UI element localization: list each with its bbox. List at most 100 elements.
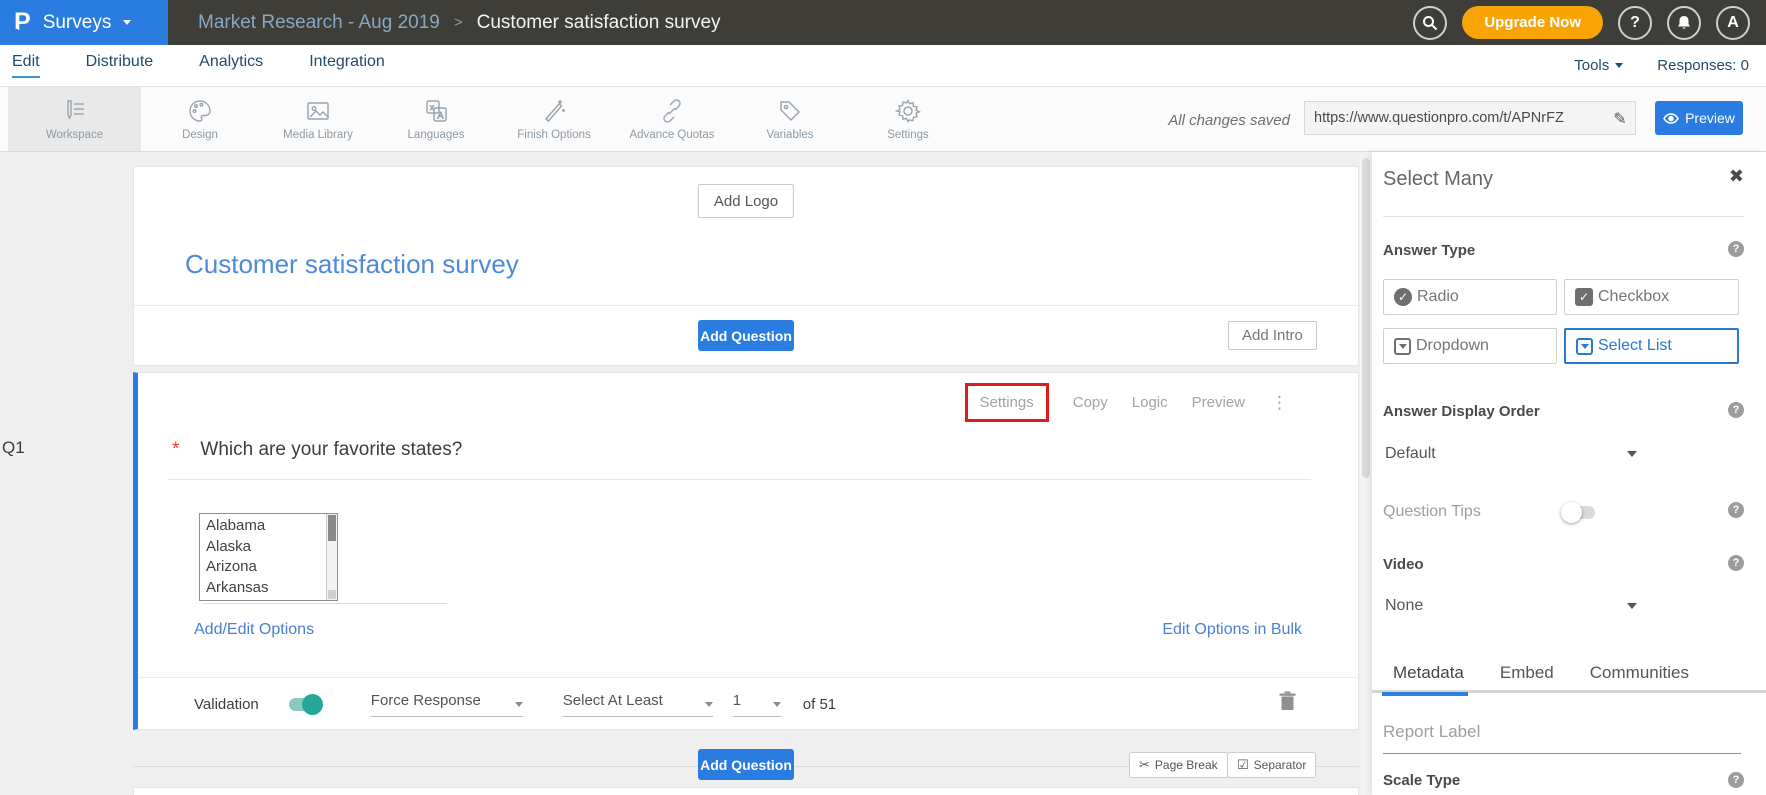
- help-icon[interactable]: [1728, 772, 1744, 788]
- svg-text:A: A: [438, 110, 444, 120]
- question-tips-toggle[interactable]: [1563, 506, 1595, 519]
- tab-analytics[interactable]: Analytics: [199, 53, 263, 78]
- report-label-input[interactable]: Report Label: [1383, 722, 1741, 754]
- add-edit-options-link[interactable]: Add/Edit Options: [194, 621, 314, 639]
- breadcrumb-folder[interactable]: Market Research - Aug 2019: [198, 12, 440, 34]
- help-button[interactable]: ?: [1618, 6, 1652, 40]
- breadcrumb-separator: >: [454, 14, 463, 31]
- survey-editor-app: P Surveys Market Research - Aug 2019 > C…: [0, 0, 1766, 795]
- main-scrollbar-thumb[interactable]: [1362, 158, 1370, 478]
- toolbar-item-languages[interactable]: xA Languages: [377, 87, 495, 151]
- help-icon[interactable]: [1728, 502, 1744, 518]
- validation-toggle[interactable]: [289, 698, 321, 711]
- validation-total-label: of 51: [803, 696, 836, 713]
- product-menu-label: Surveys: [43, 12, 112, 34]
- answer-select-list[interactable]: Alabama Alaska Arizona Arkansas: [199, 513, 338, 601]
- add-intro-button[interactable]: Add Intro: [1228, 321, 1317, 350]
- gear-icon: [895, 98, 921, 124]
- help-icon[interactable]: [1728, 241, 1744, 257]
- question-action-settings[interactable]: Settings: [980, 394, 1034, 411]
- tab-communities[interactable]: Communities: [1590, 660, 1689, 690]
- toolbar-item-label: Media Library: [283, 129, 353, 141]
- separator-button[interactable]: ☑ Separator: [1227, 752, 1316, 778]
- more-options-icon[interactable]: ⋮: [1271, 393, 1288, 413]
- toolbar-item-label: Finish Options: [517, 129, 591, 141]
- eye-icon: [1663, 113, 1679, 124]
- top-bar: P Surveys Market Research - Aug 2019 > C…: [0, 0, 1766, 45]
- delete-question-button[interactable]: [1279, 691, 1296, 714]
- chevron-down-icon: [1627, 451, 1637, 457]
- panel-title: Select Many: [1383, 168, 1493, 191]
- svg-text:x: x: [430, 103, 434, 112]
- question-action-preview[interactable]: Preview: [1192, 394, 1245, 411]
- list-option[interactable]: Arkansas: [206, 578, 321, 599]
- tab-embed[interactable]: Embed: [1500, 660, 1554, 690]
- list-option[interactable]: Arizona: [206, 557, 321, 578]
- question-text-underline: [168, 479, 1311, 480]
- list-option[interactable]: Alabama: [206, 516, 321, 537]
- question-text[interactable]: Which are your favorite states?: [200, 439, 462, 461]
- video-value: None: [1385, 597, 1423, 615]
- list-scrollbar-thumb[interactable]: [328, 515, 336, 541]
- answer-type-radio[interactable]: ✓ Radio: [1383, 279, 1557, 315]
- answer-type-select-list[interactable]: Select List: [1564, 328, 1739, 364]
- tab-metadata[interactable]: Metadata: [1393, 660, 1464, 690]
- toolbar-item-settings[interactable]: Settings: [849, 87, 967, 151]
- add-question-button-top[interactable]: Add Question: [698, 320, 794, 351]
- active-tab-underline: [1382, 692, 1468, 696]
- list-option[interactable]: Alaska: [206, 537, 321, 558]
- list-scrollbar[interactable]: [326, 514, 337, 600]
- toolbar-item-finish-options[interactable]: Finish Options: [495, 87, 613, 151]
- add-logo-button[interactable]: Add Logo: [698, 184, 794, 218]
- preview-button[interactable]: Preview: [1655, 101, 1743, 135]
- survey-url-field[interactable]: https://www.questionpro.com/t/APNrFZ ✎: [1304, 101, 1636, 135]
- survey-url-value[interactable]: https://www.questionpro.com/t/APNrFZ: [1305, 110, 1605, 126]
- answer-display-order-value: Default: [1385, 445, 1436, 463]
- validation-rule-dropdown[interactable]: Force Response: [371, 692, 523, 717]
- answer-type-label-text: Radio: [1417, 288, 1459, 306]
- checked-box-icon: ☑: [1237, 758, 1249, 773]
- product-menu[interactable]: P Surveys: [0, 0, 168, 45]
- answer-display-order-dropdown[interactable]: Default: [1385, 445, 1637, 463]
- answer-type-label-text: Checkbox: [1598, 288, 1669, 306]
- validation-count-value: 1: [733, 692, 741, 709]
- tab-edit[interactable]: Edit: [12, 53, 40, 78]
- chevron-down-icon: [1627, 603, 1637, 609]
- scissors-icon: ✂: [1139, 758, 1150, 773]
- tab-integration[interactable]: Integration: [309, 53, 385, 78]
- search-icon: [1422, 15, 1438, 31]
- validation-condition-dropdown[interactable]: Select At Least: [563, 692, 713, 717]
- validation-count-dropdown[interactable]: 1: [733, 692, 781, 717]
- checkbox-check-icon: ✓: [1575, 288, 1593, 306]
- question-action-copy[interactable]: Copy: [1073, 394, 1108, 411]
- edit-url-pencil-icon[interactable]: ✎: [1605, 109, 1635, 128]
- avatar-button[interactable]: A: [1716, 6, 1750, 40]
- answer-type-dropdown[interactable]: Dropdown: [1383, 328, 1557, 364]
- toolbar-item-label: Advance Quotas: [629, 129, 714, 141]
- tools-menu[interactable]: Tools: [1574, 57, 1623, 74]
- notifications-button[interactable]: [1667, 6, 1701, 40]
- help-icon[interactable]: [1728, 555, 1744, 571]
- help-icon[interactable]: [1728, 402, 1744, 418]
- answer-type-checkbox[interactable]: ✓ Checkbox: [1564, 279, 1739, 315]
- page-break-button[interactable]: ✂ Page Break: [1129, 752, 1228, 778]
- toolbar-item-advance-quotas[interactable]: Advance Quotas: [613, 87, 731, 151]
- toolbar-item-workspace[interactable]: Workspace: [8, 87, 141, 151]
- upgrade-button[interactable]: Upgrade Now: [1462, 6, 1603, 39]
- translate-icon: xA: [423, 98, 449, 124]
- video-dropdown[interactable]: None: [1385, 597, 1637, 615]
- question-text-row: * Which are your favorite states?: [172, 439, 462, 461]
- edit-options-bulk-link[interactable]: Edit Options in Bulk: [1162, 621, 1302, 639]
- toolbar-item-design[interactable]: Design: [141, 87, 259, 151]
- tab-distribute[interactable]: Distribute: [86, 53, 154, 78]
- add-question-button-bottom[interactable]: Add Question: [698, 749, 794, 780]
- divider: [138, 677, 1358, 678]
- survey-title[interactable]: Customer satisfaction survey: [185, 249, 519, 280]
- required-marker: *: [172, 439, 179, 461]
- search-button[interactable]: [1413, 6, 1447, 40]
- toolbar-item-media-library[interactable]: Media Library: [259, 87, 377, 151]
- close-icon[interactable]: ✖: [1729, 166, 1744, 187]
- toolbar-item-variables[interactable]: Variables: [731, 87, 849, 151]
- main-scrollbar[interactable]: [1360, 152, 1372, 795]
- question-action-logic[interactable]: Logic: [1132, 394, 1168, 411]
